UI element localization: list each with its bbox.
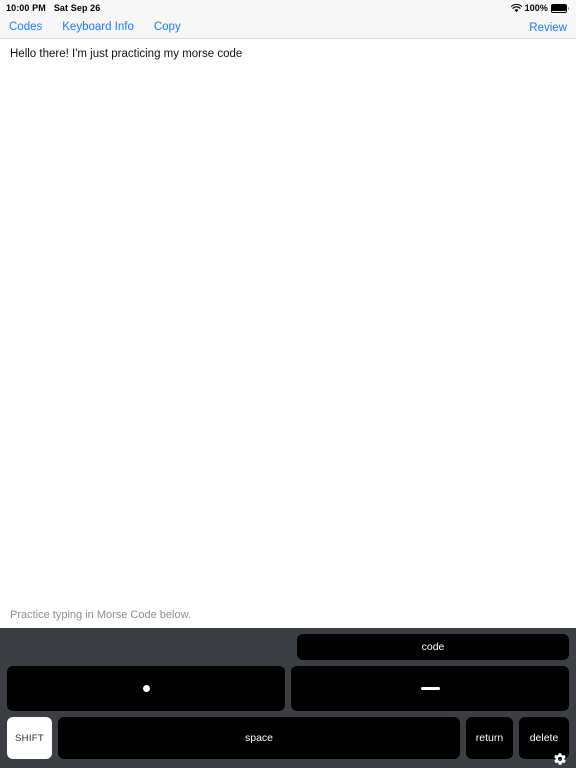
morse-keyboard: code SHIFT space return delete bbox=[0, 628, 576, 768]
keyboard-row-3: SHIFT space return delete bbox=[7, 717, 569, 759]
shift-key[interactable]: SHIFT bbox=[7, 717, 52, 759]
dot-icon bbox=[142, 685, 150, 692]
keyboard-row-2 bbox=[7, 666, 569, 711]
dash-key[interactable] bbox=[291, 666, 569, 711]
keyboard-info-button[interactable]: Keyboard Info bbox=[62, 21, 134, 33]
return-key[interactable]: return bbox=[466, 717, 513, 759]
wifi-icon bbox=[510, 3, 522, 13]
copy-button[interactable]: Copy bbox=[154, 21, 181, 33]
keyboard-row-1-spacer bbox=[7, 634, 297, 660]
app-root: 10:00 PM Sat Sep 26 100% Codes Keyboard bbox=[0, 0, 576, 768]
toolbar: Codes Keyboard Info Copy Review bbox=[0, 16, 576, 39]
gear-icon[interactable] bbox=[553, 752, 567, 766]
dash-icon bbox=[420, 686, 440, 691]
battery-full-icon bbox=[551, 3, 570, 13]
toolbar-right-group: Review bbox=[529, 18, 567, 36]
status-date: Sat Sep 26 bbox=[53, 3, 101, 13]
battery-percent: 100% bbox=[524, 3, 548, 13]
status-bar-right: 100% bbox=[510, 3, 570, 13]
document-text[interactable]: Hello there! I'm just practicing my mors… bbox=[10, 47, 566, 63]
status-bar: 10:00 PM Sat Sep 26 100% bbox=[0, 0, 576, 16]
toolbar-left-group: Codes Keyboard Info Copy bbox=[9, 21, 181, 33]
status-bar-left: 10:00 PM Sat Sep 26 bbox=[6, 3, 100, 13]
practice-hint: Practice typing in Morse Code below. bbox=[0, 609, 576, 628]
space-key[interactable]: space bbox=[58, 717, 460, 759]
status-time: 10:00 PM bbox=[6, 3, 46, 13]
review-button[interactable]: Review bbox=[529, 22, 567, 34]
code-key[interactable]: code bbox=[297, 634, 569, 660]
keyboard-row-1: code bbox=[7, 634, 569, 660]
dot-key[interactable] bbox=[7, 666, 285, 711]
text-editor-area[interactable]: Hello there! I'm just practicing my mors… bbox=[0, 39, 576, 609]
codes-button[interactable]: Codes bbox=[9, 21, 42, 33]
